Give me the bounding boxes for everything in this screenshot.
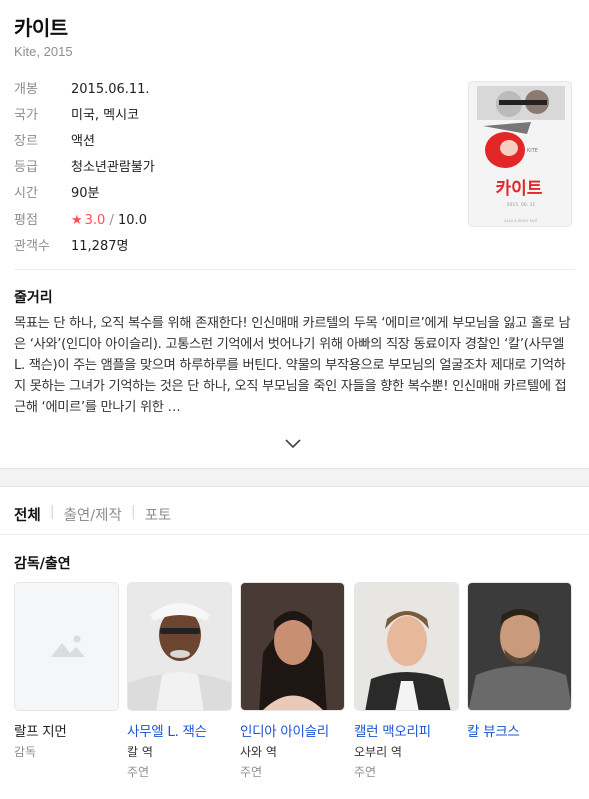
- tab-separator: |: [49, 504, 55, 520]
- tab-all[interactable]: 전체: [14, 504, 41, 525]
- poster-image: KITE 카이트 2015. 06. 11 ALEX A ZIGGY EDIT: [469, 82, 571, 226]
- person-role: 사와 역: [240, 745, 277, 759]
- person-card[interactable]: 칼 뷰크스: [467, 582, 572, 740]
- info-row-rating-class: 등급 청소년관람불가: [14, 158, 155, 178]
- info-row-genre: 장르 액션: [14, 132, 95, 152]
- person-role: 감독: [14, 745, 37, 759]
- cast-card: 전체 | 출연/제작 | 포토 감독/출연 랄프 지먼 감독 사무엘 L. 잭슨…: [0, 486, 589, 799]
- person-card[interactable]: 랄프 지먼 감독: [14, 582, 119, 760]
- info-label: 평점: [14, 213, 38, 228]
- tab-cast-crew[interactable]: 출연/제작: [64, 504, 122, 525]
- info-row-score: 평점 ★ 3.0 / 10.0: [14, 211, 147, 231]
- chevron-down-icon[interactable]: [284, 437, 302, 449]
- info-value: 액션: [71, 134, 95, 149]
- tab-bar: 전체 | 출연/제작 | 포토: [14, 504, 171, 525]
- info-label: 국가: [14, 108, 38, 123]
- svg-text:KITE: KITE: [527, 148, 538, 154]
- info-value: 청소년관람불가: [71, 160, 155, 175]
- movie-subtitle: Kite, 2015: [14, 44, 73, 59]
- info-value: 90분: [71, 186, 100, 201]
- movie-title: 카이트: [14, 16, 68, 40]
- person-name[interactable]: 인디아 아이슬리: [240, 720, 345, 740]
- person-card[interactable]: 사무엘 L. 잭슨 칼 역 주연: [127, 582, 232, 780]
- photo-placeholder: [14, 582, 119, 711]
- info-label: 관객수: [14, 239, 50, 254]
- person-card[interactable]: 캘런 맥오리피 오부리 역 주연: [354, 582, 459, 780]
- person-name[interactable]: 칼 뷰크스: [467, 720, 572, 740]
- rating-score: 3.0: [84, 213, 106, 228]
- plot-heading: 줄거리: [14, 290, 53, 306]
- tab-photos[interactable]: 포토: [145, 504, 172, 525]
- poster-credits: ALEX A ZIGGY EDIT: [504, 219, 538, 223]
- info-value: 2015.06.11.: [71, 82, 150, 97]
- person-role: 칼 역: [127, 745, 153, 759]
- person-role: 오부리 역: [354, 745, 402, 759]
- score-value: ★ 3.0 / 10.0: [71, 211, 147, 231]
- person-type: 주연: [354, 765, 377, 779]
- info-value: 11,287명: [71, 239, 129, 254]
- person-card[interactable]: 인디아 아이슬리 사와 역 주연: [240, 582, 345, 780]
- info-row-audience: 관객수 11,287명: [14, 237, 128, 257]
- tab-separator: |: [130, 504, 136, 520]
- star-icon: ★: [71, 213, 83, 228]
- section-heading: 감독/출연: [14, 556, 71, 572]
- rating-max: 10.0: [118, 213, 147, 228]
- info-value: 미국, 멕시코: [71, 108, 140, 123]
- person-name[interactable]: 사무엘 L. 잭슨: [127, 720, 232, 740]
- divider: [0, 534, 589, 535]
- info-row-country: 국가 미국, 멕시코: [14, 106, 139, 126]
- info-row-release: 개봉 2015.06.11.: [14, 80, 150, 100]
- divider: [14, 269, 575, 270]
- movie-info-card: 카이트 Kite, 2015 개봉 2015.06.11. 국가 미국, 멕시코…: [0, 0, 589, 469]
- movie-poster[interactable]: KITE 카이트 2015. 06. 11 ALEX A ZIGGY EDIT: [468, 81, 572, 227]
- info-label: 시간: [14, 186, 38, 201]
- info-label: 장르: [14, 134, 38, 149]
- plot-text: 목표는 단 하나, 오직 복수를 위해 존재한다! 인신매매 카르텔의 두목 ‘…: [14, 316, 571, 415]
- person-photo: [240, 582, 345, 711]
- info-label: 개봉: [14, 82, 38, 97]
- person-name: 랄프 지먼: [14, 724, 67, 740]
- rating-separator: /: [109, 213, 114, 228]
- person-name[interactable]: 캘런 맥오리피: [354, 720, 459, 740]
- person-type: 주연: [127, 765, 150, 779]
- person-photo: [354, 582, 459, 711]
- person-photo: [467, 582, 572, 711]
- info-row-runtime: 시간 90분: [14, 184, 100, 204]
- image-placeholder-icon: [15, 583, 118, 710]
- person-photo: [127, 582, 232, 711]
- person-type: 주연: [240, 765, 263, 779]
- poster-date: 2015. 06. 11: [507, 202, 536, 208]
- info-label: 등급: [14, 160, 38, 175]
- poster-title: 카이트: [496, 179, 543, 199]
